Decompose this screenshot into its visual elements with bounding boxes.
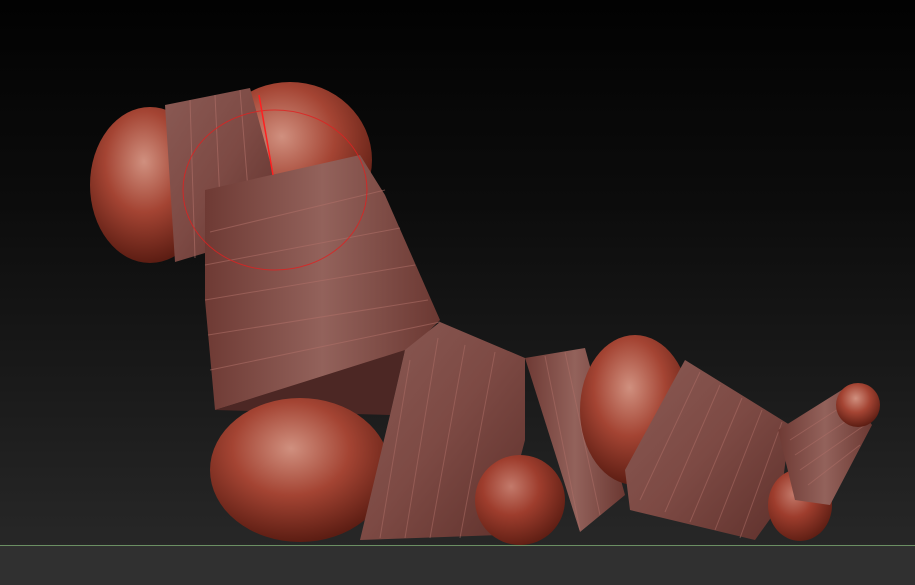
- foot-segment[interactable]: [778, 383, 880, 505]
- 3d-viewport[interactable]: [0, 0, 915, 585]
- knee-sphere: [475, 455, 565, 545]
- sculpt-model-canvas[interactable]: [0, 0, 915, 585]
- hip-sphere: [210, 398, 390, 542]
- tail-tip-sphere: [836, 383, 880, 427]
